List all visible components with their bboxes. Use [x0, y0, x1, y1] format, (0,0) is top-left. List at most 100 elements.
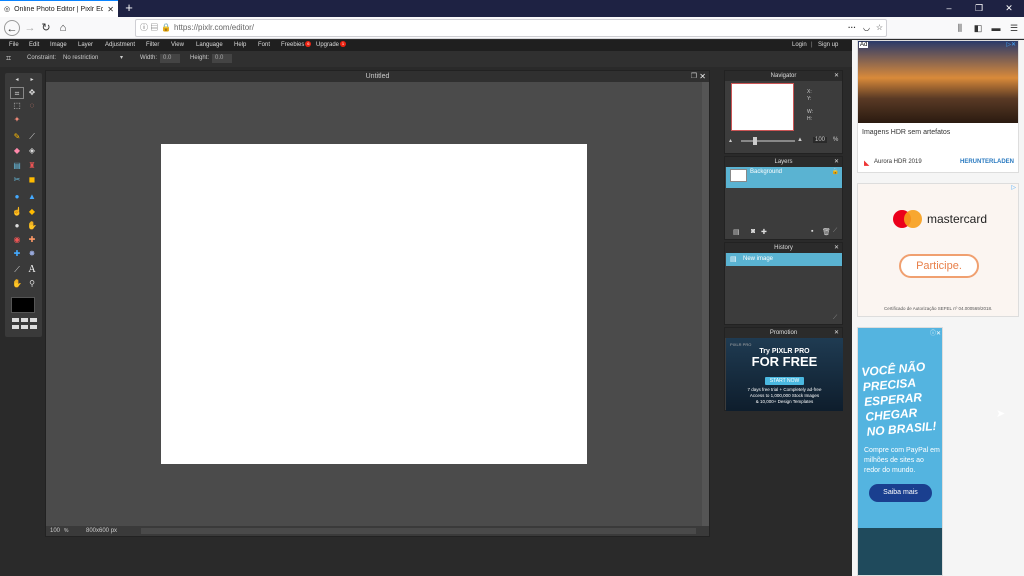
- extension-icon[interactable]: ▬: [988, 20, 1004, 36]
- bucket-tool-icon[interactable]: ◈: [25, 145, 39, 157]
- sidebar-icon[interactable]: ◧: [970, 20, 986, 36]
- lasso-tool-icon[interactable]: ◌: [25, 100, 39, 112]
- brush-tool-icon[interactable]: ⟋: [25, 131, 39, 143]
- adchoices-icon[interactable]: ▷: [1011, 184, 1016, 191]
- menu-view[interactable]: View: [171, 41, 184, 50]
- height-input[interactable]: 0.0: [212, 54, 232, 63]
- close-panel-icon[interactable]: ✕: [834, 243, 839, 253]
- toolbox-collapse-icon[interactable]: ◂: [10, 74, 24, 86]
- menu-help[interactable]: Help: [234, 41, 246, 50]
- layer-settings-icon[interactable]: ▤: [733, 228, 740, 236]
- close-panel-icon[interactable]: ✕: [834, 328, 839, 338]
- browser-tab[interactable]: ◎ Online Photo Editor | Pixlr Edit ✕: [0, 0, 118, 17]
- toolbox-expand-icon[interactable]: ▸: [25, 74, 39, 86]
- library-icon[interactable]: ⫼: [952, 20, 968, 36]
- history-row[interactable]: ▤ New image: [726, 253, 842, 266]
- pocket-icon[interactable]: ◡: [863, 20, 870, 36]
- eraser-tool-icon[interactable]: ◆: [10, 145, 24, 157]
- smudge-tool-icon[interactable]: ☝: [10, 206, 24, 218]
- menu-edit[interactable]: Edit: [29, 41, 39, 50]
- grid-view-icon[interactable]: [21, 318, 28, 322]
- marquee-tool-icon[interactable]: ⬚: [10, 100, 24, 112]
- vertical-scrollbar[interactable]: [702, 82, 709, 527]
- menu-image[interactable]: Image: [50, 41, 67, 50]
- menu-upgrade[interactable]: Upgrade 1: [316, 41, 347, 50]
- signup-link[interactable]: Sign up: [818, 41, 838, 50]
- resize-handle-icon[interactable]: ⟋: [833, 228, 837, 235]
- burn-tool-icon[interactable]: ✋: [25, 220, 39, 232]
- grid-view-icon[interactable]: [21, 325, 28, 329]
- mastercard-ad[interactable]: ▷ mastercard Participe. Certificado de A…: [857, 183, 1019, 317]
- menu-adjustment[interactable]: Adjustment: [105, 41, 135, 50]
- delete-layer-icon[interactable]: 🗑: [822, 228, 831, 236]
- ad2-cta[interactable]: Participe.: [899, 254, 979, 278]
- close-document-icon[interactable]: ✕: [699, 71, 706, 82]
- paypal-ad[interactable]: ⓘ✕ VOCÊ NÃO PRECISA ESPERAR CHEGAR NO BR…: [857, 327, 943, 576]
- move-tool-icon[interactable]: ✥: [25, 87, 39, 99]
- adchoices-icon[interactable]: ▷✕: [1006, 41, 1016, 48]
- crop-tool-icon[interactable]: ⌗: [10, 87, 24, 99]
- lock-icon[interactable]: 🔒: [832, 165, 839, 179]
- new-tab-button[interactable]: +: [122, 1, 136, 15]
- zoom-slider-handle[interactable]: [753, 137, 757, 145]
- grid-view-icon[interactable]: [30, 325, 37, 329]
- layer-mask-icon[interactable]: ◙: [751, 228, 755, 235]
- close-window-button[interactable]: ✕: [994, 0, 1024, 17]
- site-info-icon[interactable]: ⓘ ▤: [140, 20, 158, 36]
- forward-button[interactable]: →: [22, 20, 38, 36]
- hand-tool-icon[interactable]: ✋: [10, 278, 24, 290]
- primary-color-swatch[interactable]: [11, 297, 35, 313]
- horizontal-scrollbar[interactable]: [141, 528, 696, 534]
- login-link[interactable]: Login: [792, 41, 807, 50]
- pencil-tool-icon[interactable]: ✎: [10, 131, 24, 143]
- width-input[interactable]: 0.0: [160, 54, 180, 63]
- zoom-slider[interactable]: [741, 140, 795, 142]
- sponge-tool-icon[interactable]: ◆: [25, 206, 39, 218]
- minimize-button[interactable]: –: [934, 0, 964, 17]
- maximize-icon[interactable]: ❐: [691, 71, 697, 82]
- sharpen-tool-icon[interactable]: ▲: [25, 191, 39, 203]
- close-tab-icon[interactable]: ✕: [107, 5, 114, 14]
- layer-styles-icon[interactable]: ✚: [761, 228, 767, 236]
- color-picker-tool-icon[interactable]: ⟋: [10, 264, 24, 276]
- promotion-banner[interactable]: PIXLR PRO Try PIXLR PRO FOR FREE START N…: [726, 338, 843, 411]
- zoom-tool-icon[interactable]: ⚲: [25, 278, 39, 290]
- close-panel-icon[interactable]: ✕: [834, 71, 839, 81]
- menu-layer[interactable]: Layer: [78, 41, 93, 50]
- zoom-in-icon[interactable]: ▲: [797, 137, 803, 143]
- ad3-cta[interactable]: Saiba mais: [869, 484, 932, 502]
- promo-start-button[interactable]: START NOW: [764, 377, 805, 385]
- red-eye-tool-icon[interactable]: ◉: [10, 234, 24, 246]
- bloat-tool-icon[interactable]: ✚: [10, 248, 24, 260]
- navigator-thumbnail[interactable]: [731, 83, 794, 131]
- aurora-ad[interactable]: Ad ▷✕ Imagens HDR sem artefatos ◣ Aurora…: [857, 40, 1019, 173]
- menu-language[interactable]: Language: [196, 41, 223, 50]
- layer-row[interactable]: Background 🔒: [726, 167, 842, 188]
- blur-tool-icon[interactable]: ●: [10, 191, 24, 203]
- image-canvas[interactable]: [161, 144, 587, 464]
- zoom-out-icon[interactable]: ▴: [729, 137, 732, 144]
- grid-view-icon[interactable]: [30, 318, 37, 322]
- gradient-tool-icon[interactable]: ▤: [10, 160, 24, 172]
- spot-heal-tool-icon[interactable]: ✚: [25, 234, 39, 246]
- bookmark-star-icon[interactable]: ☆: [876, 20, 883, 36]
- restore-button[interactable]: ❐: [964, 0, 994, 17]
- page-actions-icon[interactable]: ···: [848, 20, 856, 36]
- url-bar[interactable]: ⓘ ▤ 🔒 https://pixlr.com/editor/ ··· ◡ ☆: [135, 19, 887, 37]
- new-layer-icon[interactable]: ▪: [811, 228, 813, 235]
- navigator-zoom-input[interactable]: 100: [813, 137, 828, 143]
- url-text[interactable]: https://pixlr.com/editor/: [174, 20, 254, 36]
- wand-tool-icon[interactable]: ✦: [10, 114, 24, 126]
- hamburger-menu-icon[interactable]: ☰: [1006, 20, 1022, 36]
- home-button[interactable]: ⌂: [55, 20, 71, 36]
- back-button[interactable]: ←: [4, 20, 20, 36]
- type-tool-icon[interactable]: A: [25, 264, 39, 276]
- menu-freebies[interactable]: Freebies 6: [281, 41, 312, 50]
- stamp-tool-icon[interactable]: ♜: [25, 160, 39, 172]
- menu-font[interactable]: Font: [258, 41, 270, 50]
- adchoices-icon[interactable]: ⓘ✕: [930, 328, 941, 337]
- pinch-tool-icon[interactable]: ✸: [25, 248, 39, 260]
- resize-handle-icon[interactable]: ⟋: [833, 315, 837, 322]
- grid-view-icon[interactable]: [12, 325, 19, 329]
- reload-button[interactable]: ↻: [38, 20, 54, 36]
